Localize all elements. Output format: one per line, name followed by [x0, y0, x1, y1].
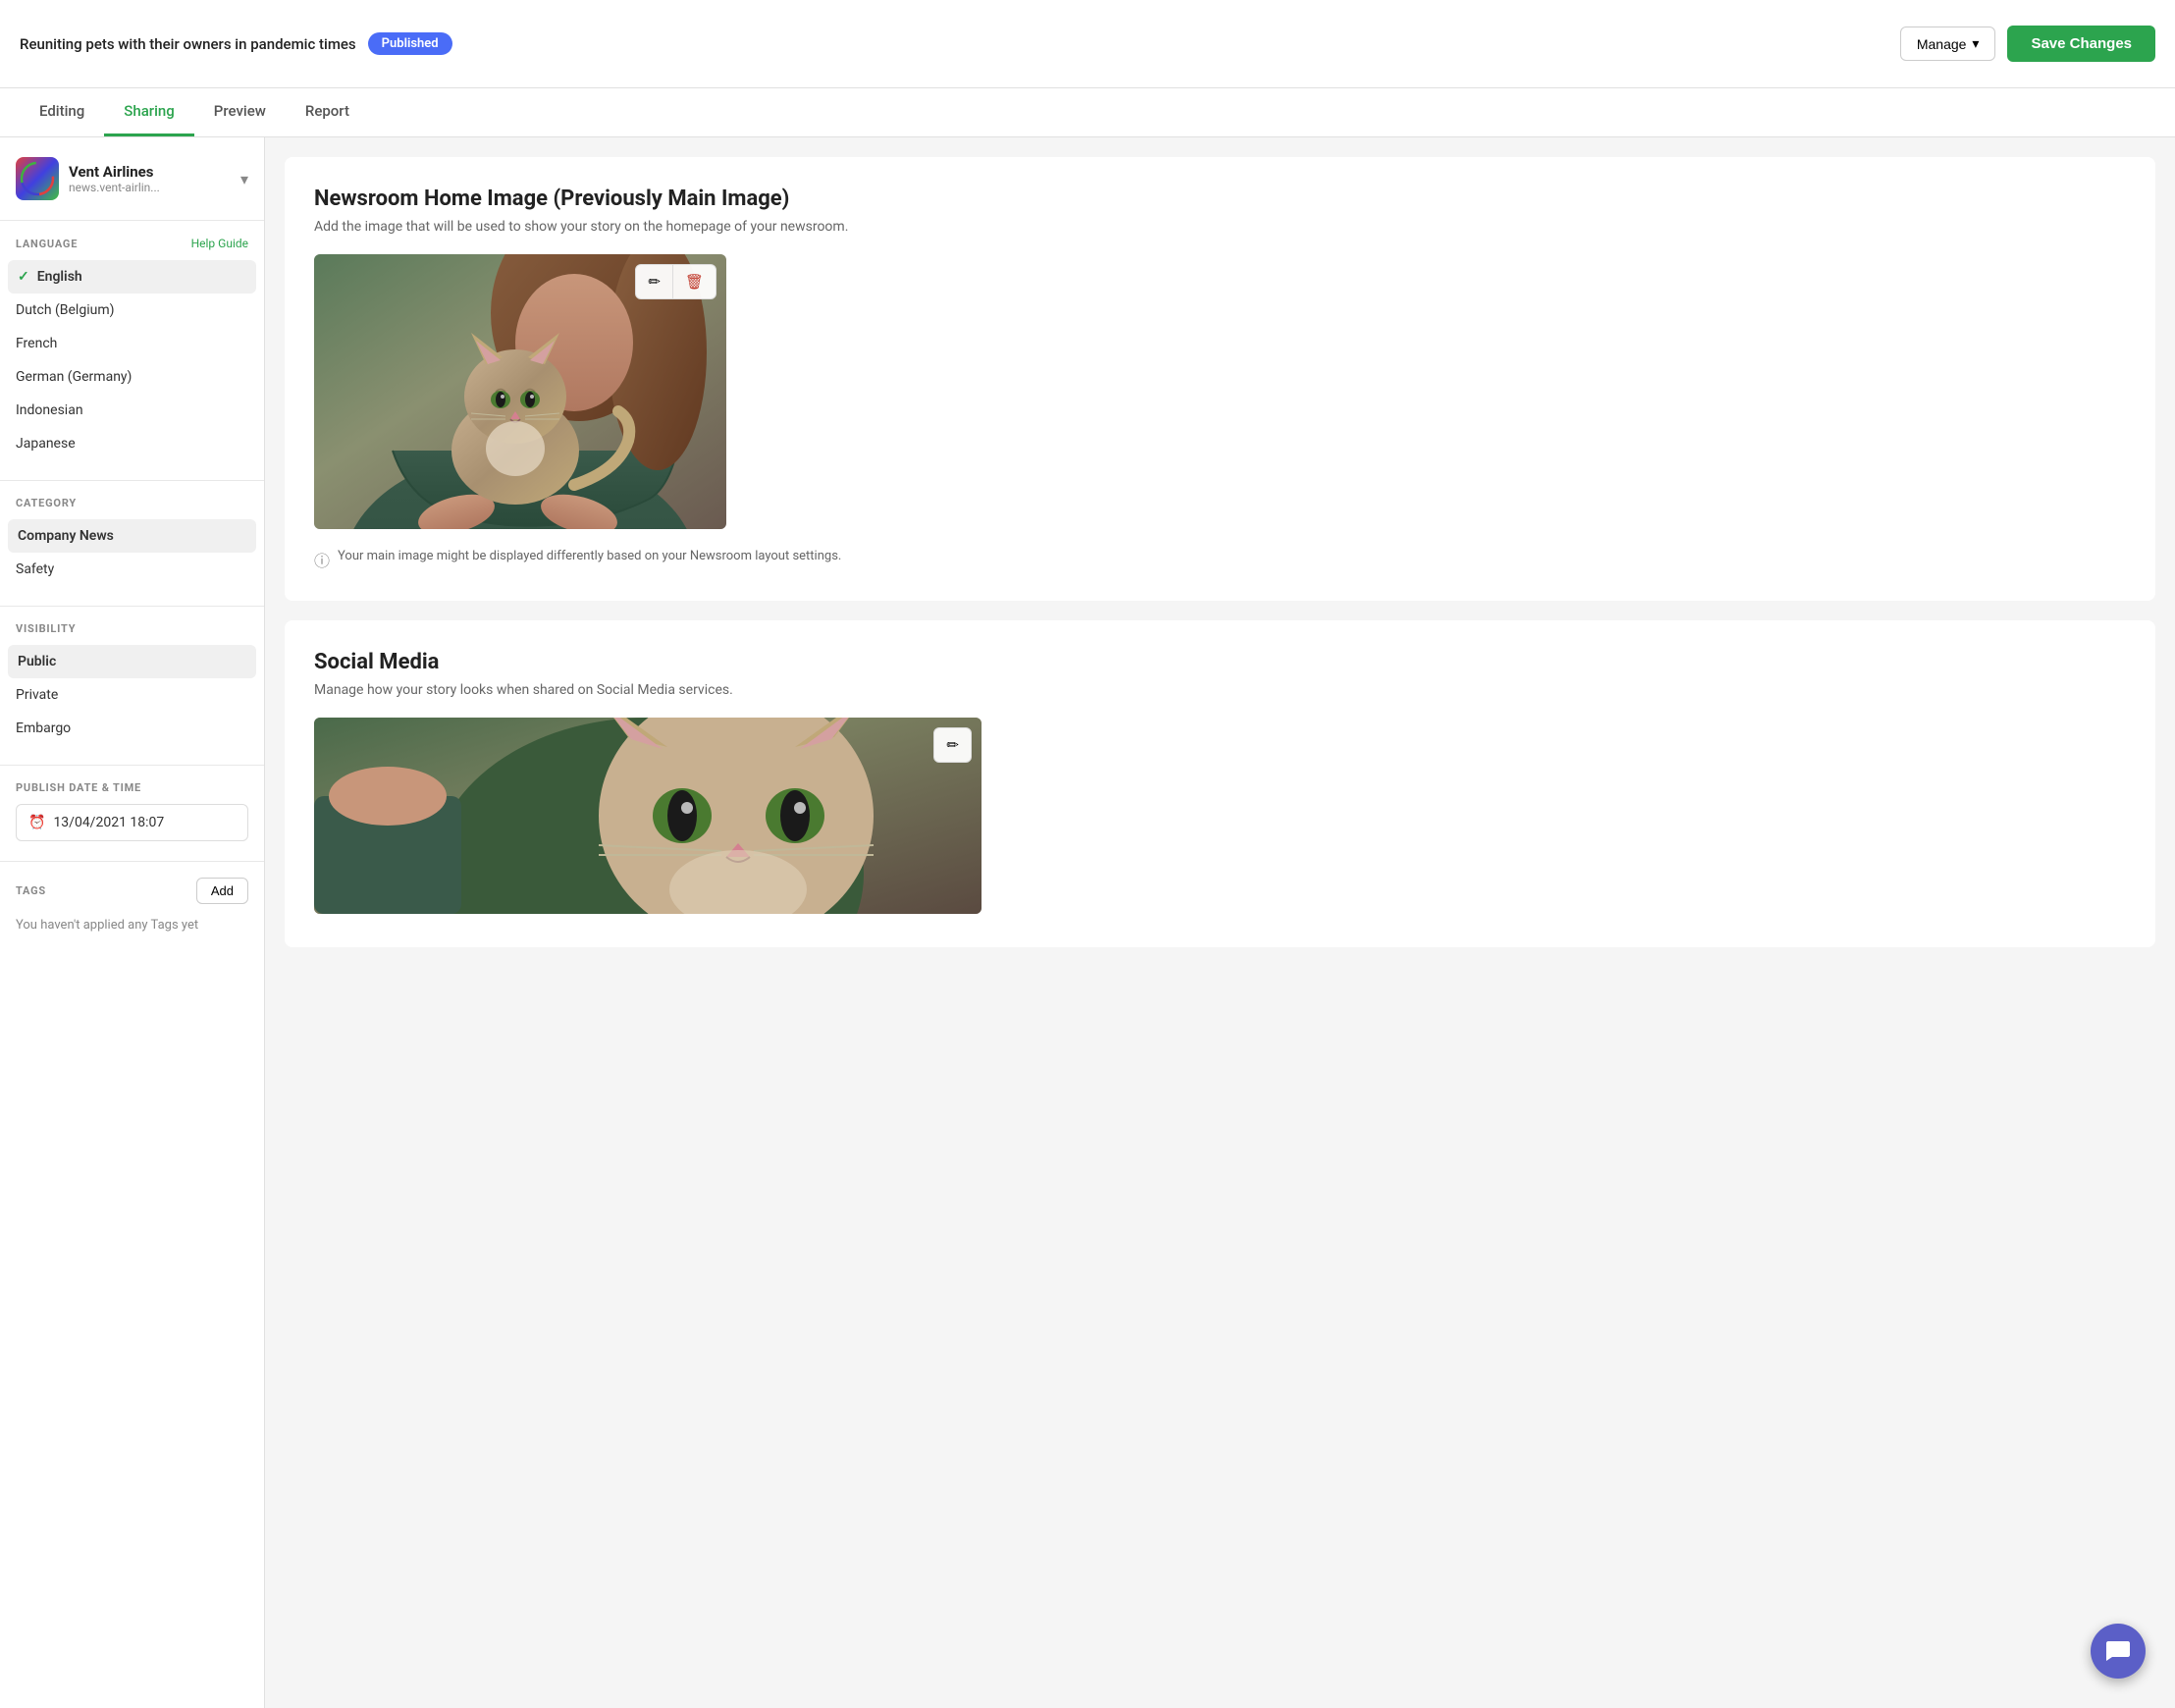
language-english-label: English [37, 269, 82, 285]
story-header: Reuniting pets with their owners in pand… [20, 32, 452, 55]
brand-area: Vent Airlines news.vent-airlin... ▾ [0, 157, 264, 221]
publish-date-value: 13/04/2021 18:07 [53, 815, 164, 830]
category-section: CATEGORY Company News Safety [0, 497, 264, 607]
brand-name: Vent Airlines [69, 163, 231, 181]
info-note-text: Your main image might be displayed diffe… [338, 549, 841, 563]
newsroom-image-desc: Add the image that will be used to show … [314, 219, 2126, 235]
manage-label: Manage [1917, 36, 1967, 52]
brand-chevron-icon[interactable]: ▾ [240, 170, 248, 188]
social-media-title: Social Media [314, 650, 2126, 674]
language-dutch-label: Dutch (Belgium) [16, 302, 114, 318]
tags-section-title: TAGS [16, 884, 46, 897]
chevron-down-icon: ▾ [1972, 35, 1979, 52]
language-header: LANGUAGE Help Guide [0, 237, 264, 260]
visibility-private-label: Private [16, 687, 58, 703]
edit-social-image-button[interactable]: ✏ [933, 727, 972, 763]
language-section: LANGUAGE Help Guide ✓ English Dutch (Bel… [0, 237, 264, 481]
visibility-section-title: VISIBILITY [16, 622, 76, 635]
social-media-image-wrapper: ✏ [314, 718, 981, 914]
manage-button[interactable]: Manage ▾ [1900, 27, 1996, 61]
tab-sharing[interactable]: Sharing [104, 88, 193, 136]
language-indonesian-label: Indonesian [16, 402, 83, 418]
category-company-news[interactable]: Company News [8, 519, 256, 553]
language-section-title: LANGUAGE [16, 238, 78, 250]
category-safety[interactable]: Safety [0, 553, 264, 586]
visibility-public-label: Public [18, 654, 56, 669]
category-section-title: CATEGORY [16, 497, 77, 509]
newsroom-image-title: Newsroom Home Image (Previously Main Ima… [314, 187, 2126, 211]
category-company-news-label: Company News [18, 528, 114, 544]
chat-support-button[interactable] [2091, 1624, 2146, 1679]
no-tags-text: You haven't applied any Tags yet [0, 914, 264, 936]
tab-navigation: Editing Sharing Preview Report [0, 88, 2175, 137]
top-bar-actions: Manage ▾ Save Changes [1900, 26, 2155, 62]
visibility-embargo-label: Embargo [16, 721, 71, 736]
publish-date-header: PUBLISH DATE & TIME [0, 781, 264, 804]
chat-icon [2104, 1637, 2132, 1665]
social-media-card: Social Media Manage how your story looks… [285, 620, 2155, 947]
language-japanese[interactable]: Japanese [0, 427, 264, 460]
published-badge: Published [368, 32, 452, 55]
category-safety-label: Safety [16, 561, 54, 577]
language-indonesian[interactable]: Indonesian [0, 394, 264, 427]
add-tag-button[interactable]: Add [196, 878, 248, 904]
brand-logo [16, 157, 59, 200]
language-dutch[interactable]: Dutch (Belgium) [0, 294, 264, 327]
image-action-buttons: ✏ 🗑 [635, 264, 716, 299]
language-french[interactable]: French [0, 327, 264, 360]
sidebar: Vent Airlines news.vent-airlin... ▾ LANG… [0, 137, 265, 1708]
category-header: CATEGORY [0, 497, 264, 519]
visibility-private[interactable]: Private [0, 678, 264, 712]
tags-section: TAGS Add You haven't applied any Tags ye… [0, 878, 264, 956]
delete-image-button[interactable]: 🗑 [673, 265, 716, 298]
language-japanese-label: Japanese [16, 436, 76, 452]
info-icon: ⓘ [314, 548, 330, 571]
language-german-label: German (Germany) [16, 369, 132, 385]
newsroom-image-card: Newsroom Home Image (Previously Main Ima… [285, 157, 2155, 601]
visibility-section: VISIBILITY Public Private Embargo [0, 622, 264, 766]
top-bar: Reuniting pets with their owners in pand… [0, 0, 2175, 88]
tab-report[interactable]: Report [286, 88, 369, 136]
language-english[interactable]: ✓ English [8, 260, 256, 294]
tags-header: TAGS Add [0, 878, 264, 914]
visibility-public[interactable]: Public [8, 645, 256, 678]
edit-image-button[interactable]: ✏ [636, 265, 673, 298]
publish-date-section-title: PUBLISH DATE & TIME [16, 781, 141, 794]
clock-icon: ⏰ [28, 815, 45, 830]
brand-info: Vent Airlines news.vent-airlin... [69, 163, 231, 194]
language-german[interactable]: German (Germany) [0, 360, 264, 394]
visibility-header: VISIBILITY [0, 622, 264, 645]
publish-date-section: PUBLISH DATE & TIME ⏰ 13/04/2021 18:07 [0, 781, 264, 862]
help-guide-link[interactable]: Help Guide [191, 237, 248, 250]
info-note: ⓘ Your main image might be displayed dif… [314, 549, 2126, 571]
tab-preview[interactable]: Preview [194, 88, 286, 136]
brand-logo-icon [20, 161, 55, 196]
publish-date-input[interactable]: ⏰ 13/04/2021 18:07 [16, 804, 248, 841]
story-title: Reuniting pets with their owners in pand… [20, 35, 356, 53]
social-cat-image-svg [314, 718, 981, 914]
social-media-image [314, 718, 981, 914]
content-area: Newsroom Home Image (Previously Main Ima… [265, 137, 2175, 1708]
check-icon: ✓ [18, 269, 29, 285]
visibility-embargo[interactable]: Embargo [0, 712, 264, 745]
language-french-label: French [16, 336, 57, 351]
newsroom-image-wrapper: ✏ 🗑 [314, 254, 726, 529]
save-changes-button[interactable]: Save Changes [2007, 26, 2155, 62]
brand-domain: news.vent-airlin... [69, 181, 231, 194]
tab-editing[interactable]: Editing [20, 88, 104, 136]
social-media-desc: Manage how your story looks when shared … [314, 682, 2126, 698]
